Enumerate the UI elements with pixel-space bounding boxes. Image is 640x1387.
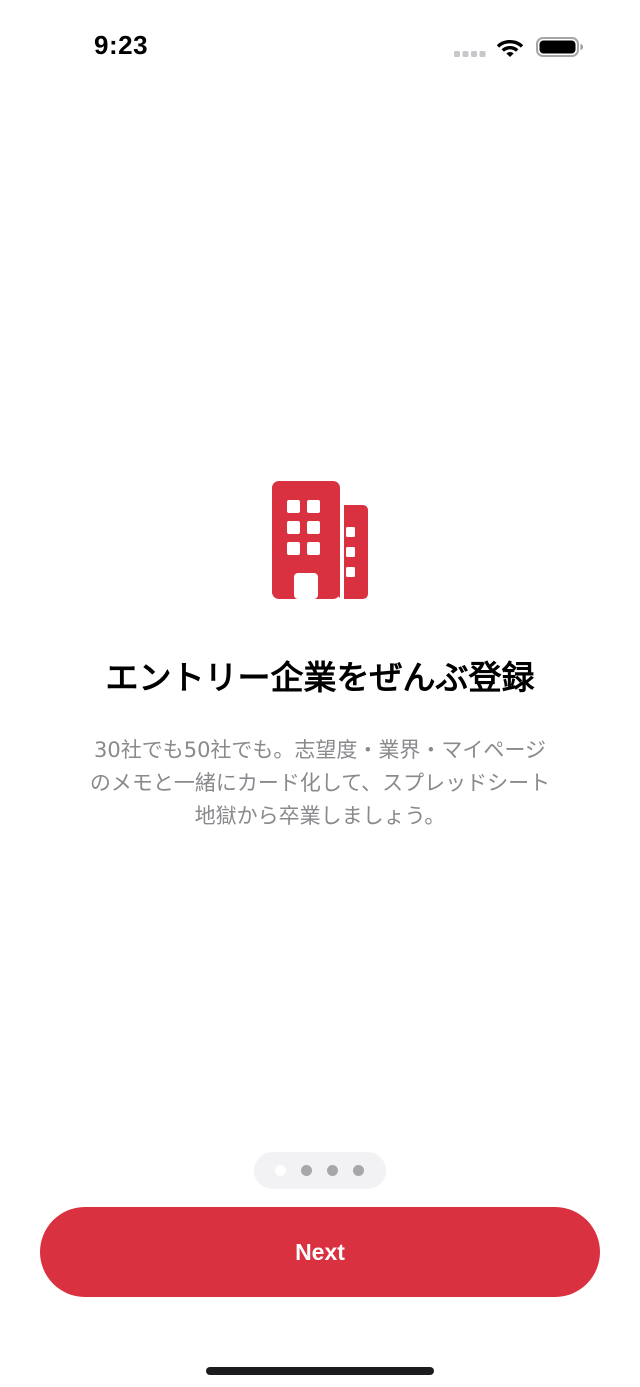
onboarding-title: エントリー企業をぜんぶ登録 bbox=[105, 658, 535, 697]
wifi-icon bbox=[496, 40, 524, 57]
page-dot-1[interactable] bbox=[275, 1165, 286, 1176]
page-dot-4[interactable] bbox=[353, 1165, 364, 1176]
status-bar: 9:23 bbox=[0, 0, 640, 96]
onboarding-description: 30社でも50社でも。志望度・業界・マイページ のメモと一緒にカード化して、スプ… bbox=[40, 734, 600, 833]
page-indicator[interactable] bbox=[254, 1152, 386, 1189]
battery-icon bbox=[536, 37, 583, 57]
page-dot-3[interactable] bbox=[327, 1165, 338, 1176]
description-line: 30社でも50社でも。志望度・業界・マイページ bbox=[93, 738, 547, 762]
home-indicator[interactable] bbox=[206, 1367, 434, 1375]
description-line: のメモと一緒にカード化して、スプレッドシート bbox=[89, 771, 551, 795]
status-time: 9:23 bbox=[94, 30, 149, 60]
next-button[interactable]: Next bbox=[40, 1207, 600, 1297]
cellular-signal-icon bbox=[454, 51, 486, 57]
description-line: 地獄から卒業しましょう。 bbox=[194, 804, 446, 828]
page-dot-2[interactable] bbox=[301, 1165, 312, 1176]
building-icon bbox=[272, 481, 368, 599]
